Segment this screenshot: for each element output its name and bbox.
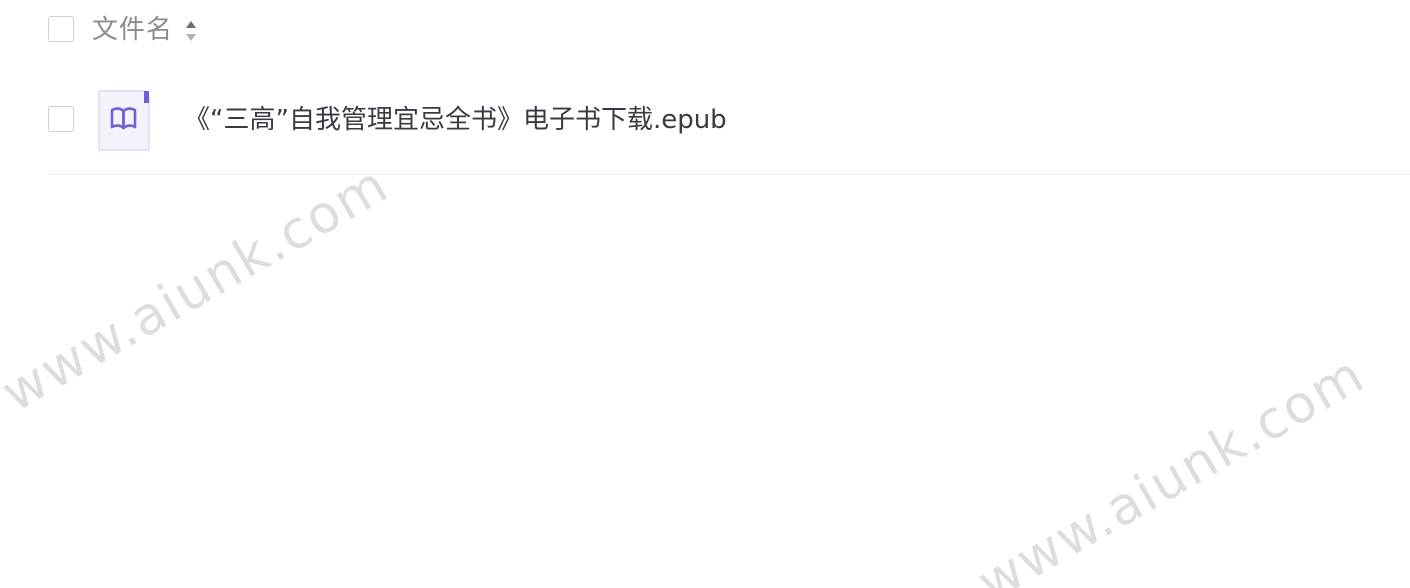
- select-all-checkbox[interactable]: [48, 16, 74, 42]
- table-row[interactable]: 《“三高”自我管理宜忌全书》电子书下载.epub: [0, 80, 1410, 175]
- column-header-filename[interactable]: 文件名: [92, 11, 173, 49]
- file-list-page: 文件名 《“三高”自我管理宜忌全书》电子书下载.epub www.aiunk.c…: [0, 0, 1410, 588]
- watermark-text: www.aiunk.com: [0, 154, 399, 424]
- watermark-text: www.aiunk.com: [968, 344, 1375, 588]
- epub-book-icon: [98, 90, 150, 151]
- row-checkbox[interactable]: [48, 106, 74, 132]
- sort-toggle-icon[interactable]: [184, 18, 198, 44]
- file-name-link[interactable]: 《“三高”自我管理宜忌全书》电子书下载.epub: [184, 101, 727, 139]
- file-list-header: 文件名: [0, 0, 1410, 62]
- row-divider: [48, 174, 1410, 175]
